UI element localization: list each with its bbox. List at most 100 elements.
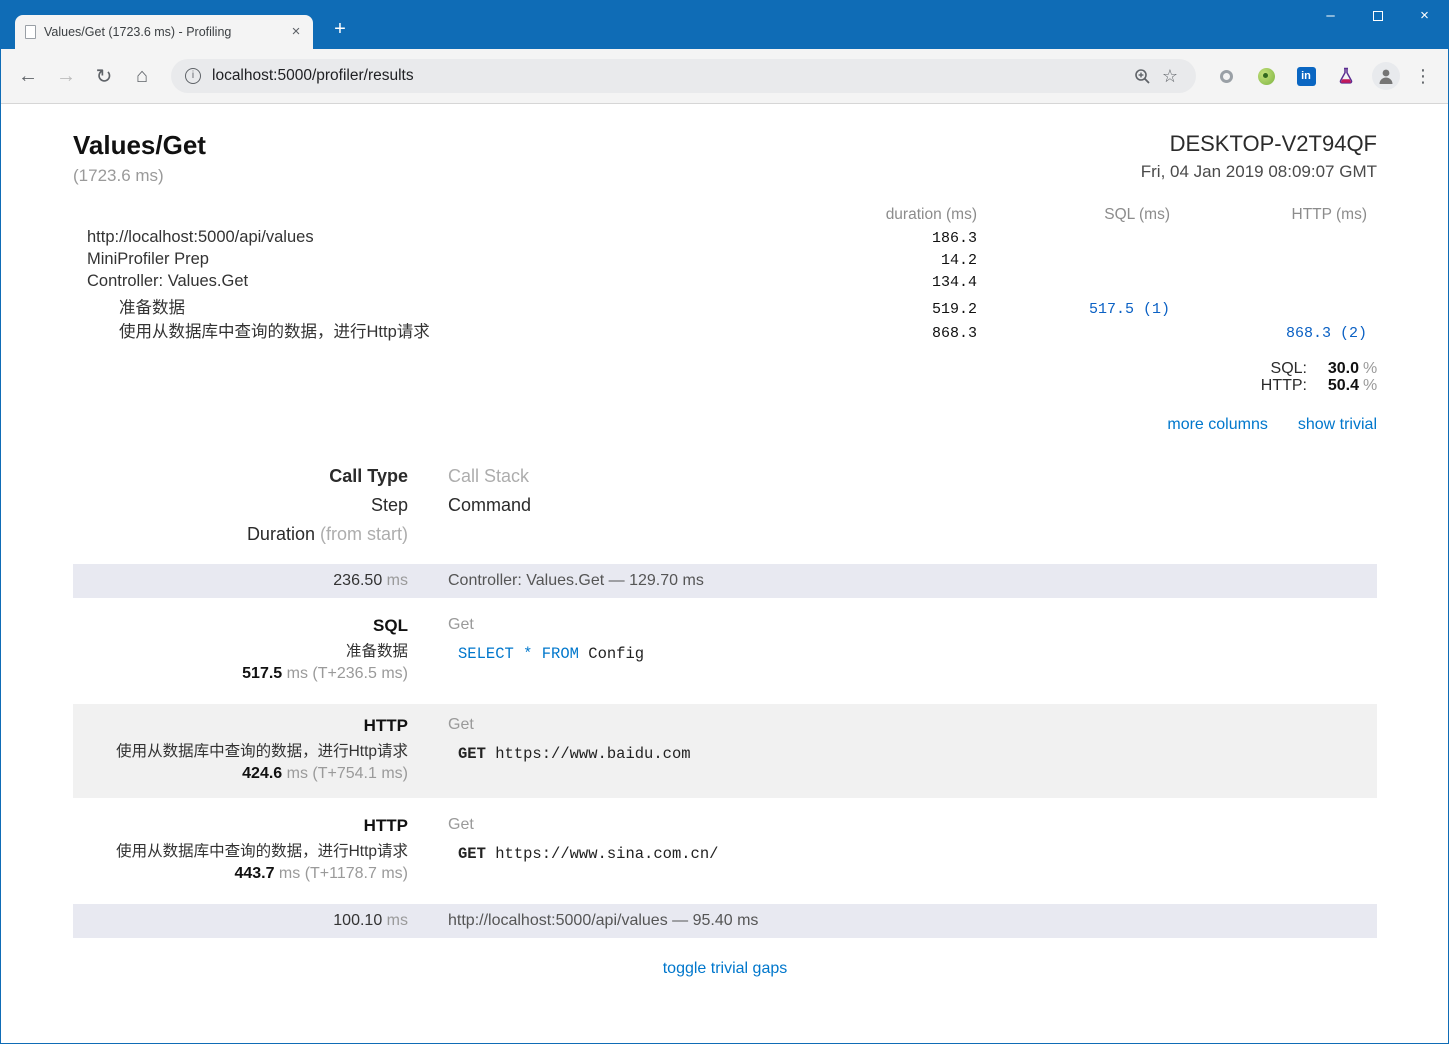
tab-close-icon[interactable]: × [287, 23, 305, 41]
step-duration-value: 424.6 [242, 765, 283, 782]
extension-ring-icon[interactable] [1206, 57, 1246, 95]
command-part [514, 645, 523, 663]
forward-button: → [56, 64, 76, 87]
extension-green-icon[interactable] [1246, 57, 1286, 95]
total-duration: (1723.6 ms) [73, 166, 164, 185]
column-sql: SQL (ms) [1104, 206, 1170, 223]
summary-row-label: MiniProfiler Prep [87, 250, 209, 268]
zoom-icon[interactable] [1128, 68, 1156, 85]
step-duration: 424.6 ms (T+754.1 ms) [73, 765, 408, 783]
summary-row-duration: 14.2 [940, 252, 977, 269]
page-favicon-icon [25, 25, 36, 39]
step-call-type: HTTP [363, 816, 408, 835]
bookmark-star-icon[interactable]: ☆ [1156, 66, 1184, 87]
linkedin-extension-icon[interactable]: in [1286, 57, 1326, 95]
step-command: SELECT * FROM Config [458, 645, 1377, 663]
command-part: GET [458, 745, 496, 763]
summary-row: http://localhost:5000/api/values 186.3 [73, 228, 1377, 250]
step-duration: 443.7 ms (T+1178.7 ms) [73, 865, 408, 883]
command-part: https://www.baidu.com [495, 745, 691, 763]
column-http: HTTP (ms) [1291, 206, 1367, 223]
browser-menu-icon[interactable]: ⋮ [1406, 66, 1440, 87]
command-part [532, 645, 541, 663]
summary-table: duration (ms) SQL (ms) HTTP (ms) http://… [73, 206, 1377, 342]
summary-row-duration: 134.4 [931, 274, 977, 291]
new-tab-button[interactable]: + [327, 18, 353, 42]
sql-percent-value: 30.0 [1327, 360, 1359, 377]
timeline-step-row: HTTP 使用从数据库中查询的数据，进行Http请求 443.7 ms (T+117… [73, 804, 1377, 898]
close-button[interactable]: × [1401, 0, 1448, 31]
maximize-button[interactable] [1354, 0, 1401, 31]
gap-duration-value: 236.50 [333, 572, 383, 589]
profile-avatar[interactable] [1372, 62, 1400, 90]
step-duration-unit: ms [282, 665, 313, 682]
timeline-legend: Call Type Call Stack Step Command Durati… [73, 462, 1377, 549]
gap-duration: 236.50 ms [73, 572, 428, 590]
step-detail: Get GET https://www.baidu.com [428, 716, 1377, 783]
step-duration-offset: (T+1178.7 ms) [304, 865, 408, 882]
url-text[interactable]: localhost:5000/profiler/results [212, 67, 1128, 85]
summary-header-row: duration (ms) SQL (ms) HTTP (ms) [73, 206, 1377, 228]
options-links: more columns show trivial [73, 416, 1377, 434]
step-duration: 517.5 ms (T+236.5 ms) [73, 665, 408, 683]
step-info: HTTP 使用从数据库中查询的数据，进行Http请求 424.6 ms (T+754… [73, 716, 428, 783]
browser-titlebar: Values/Get (1723.6 ms) - Profiling × + –… [1, 0, 1448, 49]
summary-row-duration: 519.2 [931, 301, 977, 318]
summary-row: 使用从数据库中查询的数据，进行Http请求 868.3 868.3 (2) [73, 318, 1377, 342]
home-button[interactable]: ⌂ [123, 57, 161, 95]
http-percent-label: HTTP: [1260, 377, 1307, 394]
legend-call-stack: Call Stack [448, 466, 530, 486]
back-button[interactable]: ← [9, 57, 47, 95]
step-name: 使用从数据库中查询的数据，进行Http请求 [116, 843, 408, 860]
sql-percent-unit: % [1363, 360, 1378, 377]
call-stack: Get [448, 616, 474, 633]
step-info: HTTP 使用从数据库中查询的数据，进行Http请求 443.7 ms (T+117… [73, 816, 428, 883]
page-info-icon[interactable]: i [185, 68, 201, 84]
legend-step: Step [370, 495, 408, 515]
step-call-type: HTTP [363, 716, 408, 735]
timeline-step-row: HTTP 使用从数据库中查询的数据，进行Http请求 424.6 ms (T+754… [73, 704, 1377, 798]
minimize-button[interactable]: – [1307, 0, 1354, 31]
gap-detail: http://localhost:5000/api/values — 95.40… [448, 912, 759, 929]
tab-title: Values/Get (1723.6 ms) - Profiling [44, 25, 232, 39]
browser-window: Values/Get (1723.6 ms) - Profiling × + –… [0, 0, 1449, 1044]
summary-row: MiniProfiler Prep 14.2 [73, 250, 1377, 272]
summary-row: 准备数据 519.2 517.5 (1) [73, 294, 1377, 318]
profiler-results-page: Values/Get (1723.6 ms) DESKTOP-V2T94QF F… [1, 104, 1448, 1043]
command-part: GET [458, 845, 496, 863]
call-stack: Get [448, 716, 474, 733]
address-bar[interactable]: i localhost:5000/profiler/results ☆ [171, 59, 1196, 93]
summary-row-duration: 868.3 [931, 325, 977, 342]
window-controls: – × [1307, 0, 1448, 31]
flask-extension-icon[interactable] [1326, 57, 1366, 95]
command-part: Config [578, 645, 645, 663]
browser-tab[interactable]: Values/Get (1723.6 ms) - Profiling × [15, 15, 313, 49]
page-title: Values/Get [73, 130, 206, 160]
command-part: https://www.sina.com.cn/ [495, 845, 719, 863]
step-duration-unit: ms [274, 865, 305, 882]
summary-row-http-link[interactable]: 868.3 (2) [1180, 325, 1377, 342]
step-name: 准备数据 [345, 643, 408, 660]
step-detail: Get GET https://www.sina.com.cn/ [428, 816, 1377, 883]
step-duration-offset: (T+236.5 ms) [312, 665, 408, 682]
summary-row: Controller: Values.Get 134.4 [73, 272, 1377, 294]
summary-row-label: Controller: Values.Get [87, 272, 249, 290]
show-trivial-link[interactable]: show trivial [1298, 416, 1377, 434]
legend-call-type: Call Type [329, 466, 408, 486]
toggle-trivial-gaps-link[interactable]: toggle trivial gaps [663, 960, 788, 977]
step-name: 使用从数据库中查询的数据，进行Http请求 [116, 743, 408, 760]
legend-command: Command [448, 495, 532, 515]
timeline-gap-row: 100.10 ms http://localhost:5000/api/value… [73, 904, 1377, 938]
summary-row-sql-link[interactable]: 517.5 (1) [987, 301, 1180, 318]
more-columns-link[interactable]: more columns [1167, 416, 1267, 434]
reload-button[interactable]: ↻ [85, 57, 123, 95]
percent-summary: SQL: 30.0 % HTTP: 50.4 % [73, 360, 1377, 394]
gap-duration-value: 100.10 [333, 912, 383, 929]
gap-duration-unit: ms [382, 912, 408, 929]
step-duration-value: 443.7 [234, 865, 275, 882]
timeline-gap-row: 236.50 ms Controller: Values.Get — 129.70… [73, 564, 1377, 598]
command-part: SELECT [458, 645, 514, 663]
column-duration: duration (ms) [885, 206, 977, 223]
step-duration-value: 517.5 [242, 665, 283, 682]
step-detail: Get SELECT * FROM Config [428, 616, 1377, 683]
